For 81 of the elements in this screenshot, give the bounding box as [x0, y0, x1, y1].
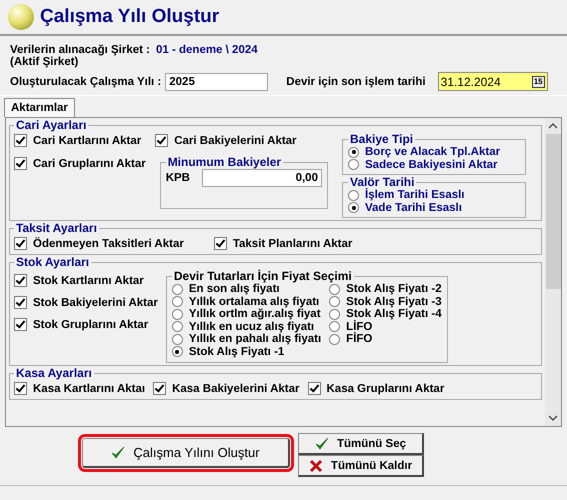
source-value: 01 - deneme \ 2024 — [156, 44, 258, 58]
radio-button[interactable] — [172, 296, 183, 308]
checkbox[interactable]: Stok Bakiyelerini Aktar — [14, 294, 158, 311]
radio-option[interactable]: Yıllık en pahalı alış fiyatı — [172, 333, 322, 346]
checkmark-icon — [111, 446, 126, 460]
window-title: Çalışma Yılı Oluştur — [40, 6, 220, 28]
kpb-label: KPB — [166, 172, 190, 184]
year-field[interactable]: 2025 — [165, 72, 268, 90]
radio-option[interactable]: İşlem Tarihi Esaslı — [348, 189, 520, 202]
radio-button[interactable] — [329, 334, 340, 345]
checkbox-box[interactable] — [14, 296, 27, 309]
checkbox-box[interactable] — [14, 157, 27, 170]
checkbox-box[interactable] — [14, 134, 27, 147]
calendar-icon[interactable]: 15 — [532, 76, 545, 88]
group-title: Bakiye Tipi — [349, 132, 414, 146]
radio-option[interactable]: Stok Alış Fiyatı -1 — [172, 346, 322, 358]
checkbox[interactable]: Stok Gruplarını Aktar — [14, 316, 158, 333]
radio-option[interactable]: LİFO — [329, 320, 442, 333]
radio-option[interactable]: Stok Alış Fiyatı -2 — [329, 283, 442, 296]
checkbox[interactable]: Cari Gruplarını Aktar — [14, 155, 146, 172]
radio-button[interactable] — [329, 321, 340, 332]
checkbox[interactable]: Cari Bakiyelerini Aktar — [155, 132, 297, 149]
radio-button[interactable] — [329, 284, 340, 295]
checkbox-box[interactable] — [214, 237, 227, 250]
checkbox[interactable]: Kasa Gruplarını Aktar — [308, 380, 444, 397]
radio-option[interactable]: Yıllık ortlm ağır.alış fiyat — [172, 308, 322, 320]
scroll-down-icon[interactable] — [548, 415, 558, 421]
group-title: Cari Ayarları — [15, 118, 88, 132]
source-label: Verilerin alınacağı Şirket : — [10, 44, 150, 56]
group-title: Stok Ayarları — [15, 255, 90, 269]
year-label: Oluşturulacak Çalışma Yılı : — [10, 76, 162, 88]
radio-button[interactable] — [348, 190, 359, 201]
radio-button[interactable] — [172, 346, 183, 358]
sphere-icon — [8, 4, 34, 30]
checkbox[interactable]: Cari Kartlarını Aktar — [14, 132, 142, 149]
group-title: Valör Tarihi — [349, 175, 416, 189]
checkbox[interactable]: Taksit Planlarını Aktar — [214, 235, 352, 252]
radio-option[interactable]: Vade Tarihi Esaslı — [348, 202, 520, 214]
radio-button[interactable] — [329, 296, 340, 308]
checkmark-icon — [314, 436, 329, 450]
radio-button[interactable] — [172, 334, 183, 345]
radio-button[interactable] — [172, 308, 183, 320]
checkbox[interactable]: Stok Kartlarını Aktar — [14, 272, 158, 289]
checkbox[interactable]: Kasa Bakiyelerini Aktar — [153, 380, 300, 397]
scrollbar[interactable] — [545, 118, 561, 426]
radio-option[interactable]: Sadece Bakiyesini Aktar — [348, 158, 520, 171]
radio-option[interactable]: En son alış fiyatı — [172, 283, 322, 296]
radio-option[interactable]: Stok Alış Fiyatı -3 — [329, 296, 442, 308]
checkbox-box[interactable] — [14, 318, 27, 331]
checkbox-box[interactable] — [153, 382, 166, 395]
radio-button[interactable] — [348, 202, 359, 214]
radio-button[interactable] — [172, 321, 183, 332]
checkbox-box[interactable] — [14, 237, 27, 250]
radio-option[interactable]: Borç ve Alacak Tpl.Aktar — [348, 146, 520, 158]
checkbox[interactable]: Kasa Kartlarını Aktaı — [14, 380, 146, 397]
radio-button[interactable] — [329, 308, 340, 320]
radio-button[interactable] — [348, 146, 359, 158]
checkbox-box[interactable] — [14, 274, 27, 287]
tab[interactable]: Aktarımlar — [4, 98, 75, 117]
source-sublabel: (Aktif Şirket) — [10, 56, 80, 68]
checkbox-box[interactable] — [155, 134, 168, 147]
select-all-button[interactable]: Tümünü Seç — [298, 433, 424, 455]
scroll-up-icon[interactable] — [548, 123, 558, 129]
radio-option[interactable]: Yıllık ortalama alış fiyatı — [172, 296, 322, 308]
clear-all-button[interactable]: Tümünü Kaldır — [298, 455, 424, 477]
radio-option[interactable]: Stok Alış Fiyatı -4 — [329, 308, 442, 320]
checkbox-box[interactable] — [14, 382, 27, 395]
date-field[interactable]: 31.12.2024 15 — [438, 72, 548, 91]
radio-option[interactable]: Yıllık en ucuz alış fiyatı — [172, 320, 322, 333]
cross-icon — [308, 458, 323, 472]
checkbox[interactable]: Ödenmeyen Taksitleri Aktar — [14, 235, 184, 252]
radio-button[interactable] — [172, 284, 183, 295]
group-title: Devir Tutarları İçin Fiyat Seçimi — [172, 269, 353, 283]
amount-field[interactable]: 0,00 — [202, 169, 322, 187]
radio-option[interactable]: FİFO — [329, 333, 442, 346]
group-title: Minumum Bakiyeler — [166, 155, 282, 169]
checkbox-box[interactable] — [308, 382, 320, 395]
radio-button[interactable] — [348, 159, 359, 170]
group-title: Kasa Ayarları — [15, 366, 93, 380]
date-label: Devir için son işlem tarihi — [286, 76, 426, 88]
group-title: Taksit Ayarları — [15, 221, 98, 235]
